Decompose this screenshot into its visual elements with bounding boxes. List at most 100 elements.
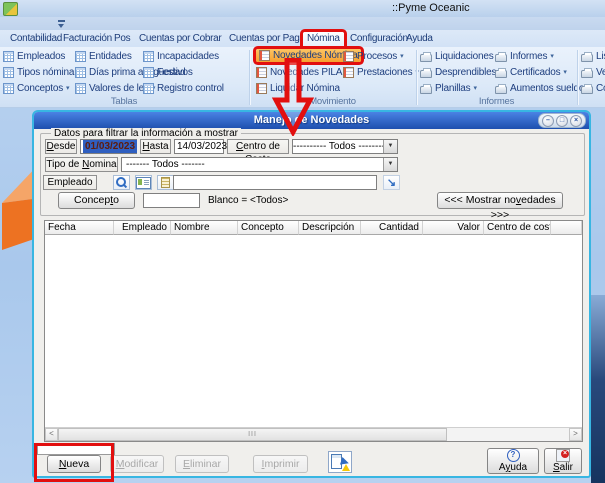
ribbon-item-procesos[interactable]: Procesos▾ — [343, 50, 403, 63]
employee-card-button[interactable] — [135, 175, 152, 190]
table-body — [45, 235, 582, 428]
app-title: ::Pyme Oceanic — [392, 2, 470, 14]
mostrar-novedades-button[interactable]: <<< Mostrar novedades >>> — [437, 192, 563, 209]
ribbon-item-informes[interactable]: Informes▾ — [495, 50, 554, 63]
table-icon — [75, 51, 86, 62]
col-concepto[interactable]: Concepto — [238, 221, 299, 235]
col-nombre[interactable]: Nombre — [171, 221, 238, 235]
table-icon — [3, 67, 14, 78]
salir-button[interactable]: Salir — [544, 448, 582, 474]
menu-tab-contabilidad[interactable]: Contabilidad — [10, 32, 62, 46]
app-window: ::Pyme Oceanic Contabilidad Facturación … — [0, 0, 605, 483]
list-icon — [161, 177, 170, 188]
ribbon-item-desprendibles[interactable]: Desprendibles — [420, 66, 496, 79]
nueva-button[interactable]: Nueva — [47, 455, 101, 473]
ledger-icon — [256, 67, 267, 78]
ribbon-item-liquidar-nomina[interactable]: Liquidar Nómina — [256, 82, 340, 95]
centro-costo-label: Centro de Costo — [227, 139, 289, 154]
dialog-titlebar[interactable]: Manejo de Novedades – □ × — [34, 112, 589, 129]
hasta-label: Hasta — [140, 139, 171, 154]
customize-toolbar-icon[interactable] — [57, 20, 66, 28]
scroll-left-button[interactable]: < — [45, 428, 58, 441]
tipo-nomina-value: ------- Todos ------- — [122, 158, 383, 171]
ribbon-item-aumentos-sueldo[interactable]: Aumentos sueldo — [495, 82, 584, 95]
menu-tab-cuentas-por-cobrar[interactable]: Cuentas por Cobrar — [139, 32, 221, 46]
col-valor[interactable]: Valor — [423, 221, 484, 235]
menu-tab-cuentas-por-pagar[interactable]: Cuentas por Pagar — [229, 32, 308, 46]
ribbon-group-label-tablas: Tablas — [0, 96, 248, 107]
desde-date-value: 01/03/2023 — [83, 140, 137, 153]
empleado-label: Empleado — [43, 175, 97, 190]
dialog-title: Manejo de Novedades — [254, 114, 370, 126]
dropdown-arrow-icon[interactable]: ▼ — [383, 140, 397, 153]
ribbon-item-tipos-nomina[interactable]: Tipos nómina — [3, 66, 74, 79]
ribbon-item-incapacidades[interactable]: Incapacidades — [143, 50, 219, 63]
export-warning-icon — [342, 464, 350, 471]
export-button[interactable] — [328, 451, 352, 473]
ribbon-item-festivos[interactable]: Festivos — [143, 66, 193, 79]
hasta-date-field[interactable]: 14/03/2023 — [174, 139, 224, 154]
menu-tab-pos[interactable]: Pos — [114, 32, 130, 46]
centro-costo-select[interactable]: ---------- Todos ---------- ▼ — [292, 139, 398, 154]
assign-employee-button[interactable]: ↘ — [383, 175, 400, 190]
window-controls: – □ × — [538, 113, 586, 128]
ribbon-item-certificados[interactable]: Certificados▾ — [495, 66, 567, 79]
menu-tab-ayuda[interactable]: Ayuda — [406, 32, 433, 46]
ribbon-item-prestaciones[interactable]: Prestaciones▾ — [343, 66, 419, 79]
dropdown-arrow-icon[interactable]: ▼ — [383, 158, 397, 171]
ribbon-item-entidades[interactable]: Entidades — [75, 50, 132, 63]
centro-costo-value: ---------- Todos ---------- — [293, 140, 383, 153]
col-extra — [551, 221, 582, 235]
table-icon — [3, 83, 14, 94]
desde-label: Desde — [45, 139, 77, 154]
modificar-button[interactable]: Modificar — [110, 455, 164, 473]
scroll-track[interactable] — [447, 428, 569, 441]
table-icon — [143, 67, 154, 78]
ribbon-item-empleados[interactable]: Empleados — [3, 50, 65, 63]
col-cantidad[interactable]: Cantidad — [361, 221, 423, 235]
menu-tab-configuracion[interactable]: Configuración — [350, 32, 408, 46]
ledger-icon — [256, 83, 267, 94]
blanco-hint: Blanco = <Todos> — [208, 193, 288, 208]
ribbon-item-planillas[interactable]: Planillas▾ — [420, 82, 477, 95]
eliminar-button[interactable]: Eliminar — [175, 455, 229, 473]
maximize-button[interactable]: □ — [556, 115, 568, 127]
concepto-input[interactable] — [143, 193, 200, 208]
ribbon-item-novedades-pila[interactable]: Novedades PILA — [256, 66, 342, 79]
ledger-icon — [343, 51, 354, 62]
ribbon-item-registro-control[interactable]: Registro control — [143, 82, 224, 95]
table-icon — [75, 67, 86, 78]
col-centro-de-costo[interactable]: Centro de costo — [484, 221, 551, 235]
dialog-window: Manejo de Novedades – □ × Datos para fil… — [32, 110, 591, 478]
table-icon — [143, 51, 154, 62]
col-empleado[interactable]: Empleado — [114, 221, 171, 235]
dialog-body: Datos para filtrar la información a most… — [34, 129, 589, 476]
ribbon: Empleados Tipos nómina Conceptos▾ Entida… — [0, 47, 605, 108]
employee-list-button[interactable] — [157, 175, 174, 190]
empleado-input[interactable] — [173, 175, 377, 190]
menu-tab-facturacion[interactable]: Facturación — [63, 32, 112, 46]
minimize-button[interactable]: – — [542, 115, 554, 127]
ribbon-item-con[interactable]: Con — [581, 82, 605, 95]
search-employee-button[interactable] — [113, 175, 130, 190]
printer-icon — [420, 70, 432, 78]
printer-icon — [581, 70, 593, 78]
chevron-down-icon: ▾ — [563, 66, 566, 79]
menu-tab-nomina[interactable]: Nómina — [303, 32, 344, 46]
tipo-nomina-select[interactable]: ------- Todos ------- ▼ — [121, 157, 398, 172]
ribbon-item-conceptos[interactable]: Conceptos▾ — [3, 82, 69, 95]
ayuda-button[interactable]: ? Ayuda — [487, 448, 539, 474]
record-mini-box — [37, 443, 115, 455]
col-fecha[interactable]: Fecha — [45, 221, 114, 235]
close-button[interactable]: × — [570, 115, 582, 127]
concepto-button[interactable]: Concepto — [58, 192, 135, 209]
imprimir-button[interactable]: Imprimir — [253, 455, 308, 473]
ribbon-item-lista[interactable]: Lista — [581, 50, 605, 63]
col-descripcion[interactable]: Descripción — [299, 221, 361, 235]
desde-date-field[interactable]: 01/03/2023 — [80, 139, 137, 154]
scroll-thumb[interactable]: III — [58, 428, 447, 441]
scroll-right-button[interactable]: > — [569, 428, 582, 441]
ribbon-item-ven[interactable]: Ven — [581, 66, 605, 79]
app-logo-icon — [3, 2, 18, 16]
ribbon-item-liquidaciones[interactable]: Liquidaciones — [420, 50, 494, 63]
